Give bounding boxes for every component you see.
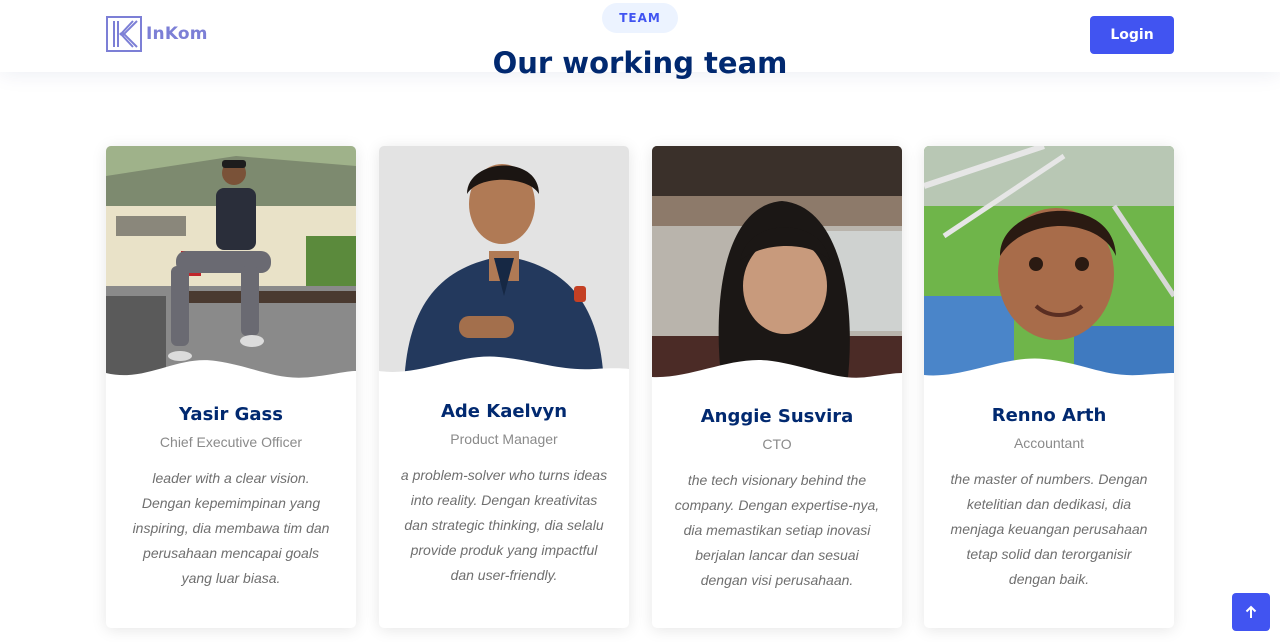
team-card-anggie: Anggie Susvira CTO the tech visionary be… [652, 146, 902, 628]
team-card-renno: Renno Arth Accountant the master of numb… [924, 146, 1174, 628]
member-photo [379, 146, 629, 386]
member-photo-image [379, 146, 629, 386]
member-name: Renno Arth [991, 405, 1107, 426]
member-role: Accountant [1013, 435, 1085, 451]
member-description: the tech visionary behind the company. D… [674, 472, 880, 588]
member-photo [106, 146, 356, 386]
team-card-yasir: Yasir Gass Chief Executive Officer leade… [106, 146, 356, 628]
member-photo-image [924, 146, 1174, 386]
member-name: Anggie Susvira [700, 406, 854, 427]
member-photo [924, 146, 1174, 386]
member-photo-image [106, 146, 356, 386]
member-description: a problem-solver who turns ideas into re… [400, 467, 608, 583]
member-photo-image [652, 146, 902, 386]
member-name: Yasir Gass [179, 404, 283, 425]
arrow-up-icon [1245, 605, 1257, 618]
section-title: Our working team [492, 46, 788, 80]
wave-divider [106, 360, 356, 386]
member-name: Ade Kaelvyn [440, 401, 568, 422]
logo-text: InKom [146, 24, 208, 44]
member-description: the master of numbers. Dengan ketelitian… [950, 471, 1148, 587]
member-role: Chief Executive Officer [159, 434, 303, 450]
member-role: Product Manager [450, 431, 558, 447]
wave-divider [924, 358, 1174, 386]
member-description: leader with a clear vision. Dengan kepem… [132, 470, 330, 586]
team-card-ade: Ade Kaelvyn Product Manager a problem-so… [379, 146, 629, 628]
section-tag: TEAM [602, 3, 678, 33]
wave-divider [652, 360, 902, 386]
member-role: CTO [762, 436, 792, 452]
member-photo [652, 146, 902, 386]
wave-divider [379, 356, 629, 386]
back-to-top-button[interactable] [1232, 593, 1270, 631]
